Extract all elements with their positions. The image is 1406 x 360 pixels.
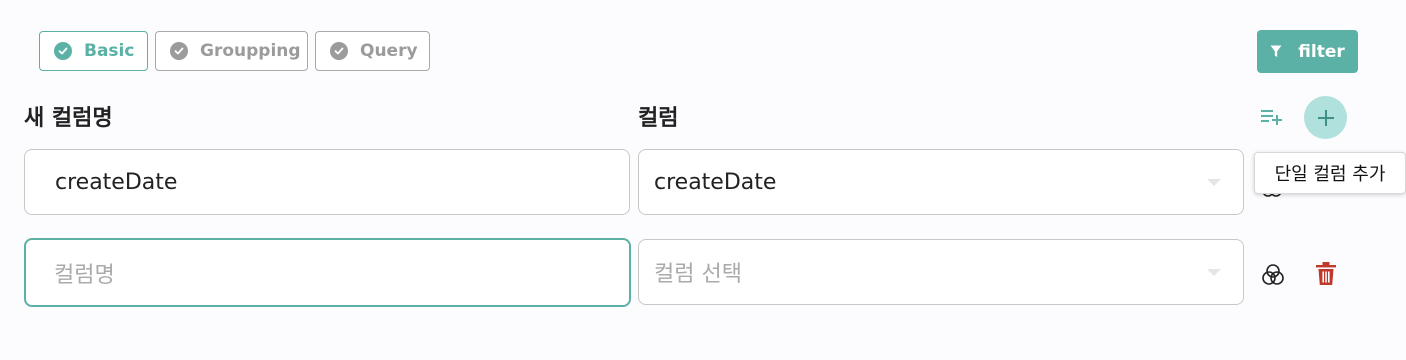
overlap-circles-icon[interactable] bbox=[1261, 263, 1285, 291]
column-select-value: createDate bbox=[654, 169, 777, 195]
check-circle-icon bbox=[170, 42, 188, 60]
column-select[interactable]: createDate bbox=[638, 149, 1244, 215]
column-header: 컬럼 bbox=[638, 106, 679, 131]
plus-icon bbox=[1317, 109, 1334, 126]
column-editor-page: Basic Groupping Query filter 새 컬럼명 컬럼 cr… bbox=[0, 0, 1406, 360]
check-circle-icon bbox=[330, 42, 348, 60]
column-select-placeholder: 컬럼 선택 bbox=[654, 262, 742, 287]
column-select[interactable]: 컬럼 선택 bbox=[638, 239, 1244, 305]
tab-basic-label: Basic bbox=[84, 41, 135, 61]
add-list-icon[interactable] bbox=[1260, 108, 1284, 130]
tab-groupping-label: Groupping bbox=[200, 41, 301, 61]
new-column-name-input[interactable]: 컬럼명 bbox=[24, 238, 631, 307]
tab-basic[interactable]: Basic bbox=[39, 31, 148, 71]
trash-icon[interactable] bbox=[1316, 262, 1336, 290]
check-circle-icon bbox=[54, 42, 72, 60]
new-column-name-value: createDate bbox=[55, 169, 178, 195]
dropdown-caret-icon bbox=[1207, 269, 1221, 276]
filter-button[interactable]: filter bbox=[1257, 30, 1358, 73]
tab-query-label: Query bbox=[360, 41, 418, 61]
tab-query[interactable]: Query bbox=[315, 31, 430, 71]
new-column-name-header: 새 컬럼명 bbox=[24, 106, 113, 131]
add-column-button[interactable] bbox=[1304, 96, 1347, 139]
new-column-name-placeholder: 컬럼명 bbox=[54, 262, 115, 288]
filter-button-label: filter bbox=[1298, 41, 1345, 62]
dropdown-caret-icon bbox=[1207, 179, 1221, 186]
add-column-tooltip: 단일 컬럼 추가 bbox=[1254, 152, 1406, 194]
new-column-name-input[interactable]: createDate bbox=[24, 149, 630, 215]
filter-icon bbox=[1270, 45, 1282, 58]
tab-groupping[interactable]: Groupping bbox=[155, 31, 308, 71]
